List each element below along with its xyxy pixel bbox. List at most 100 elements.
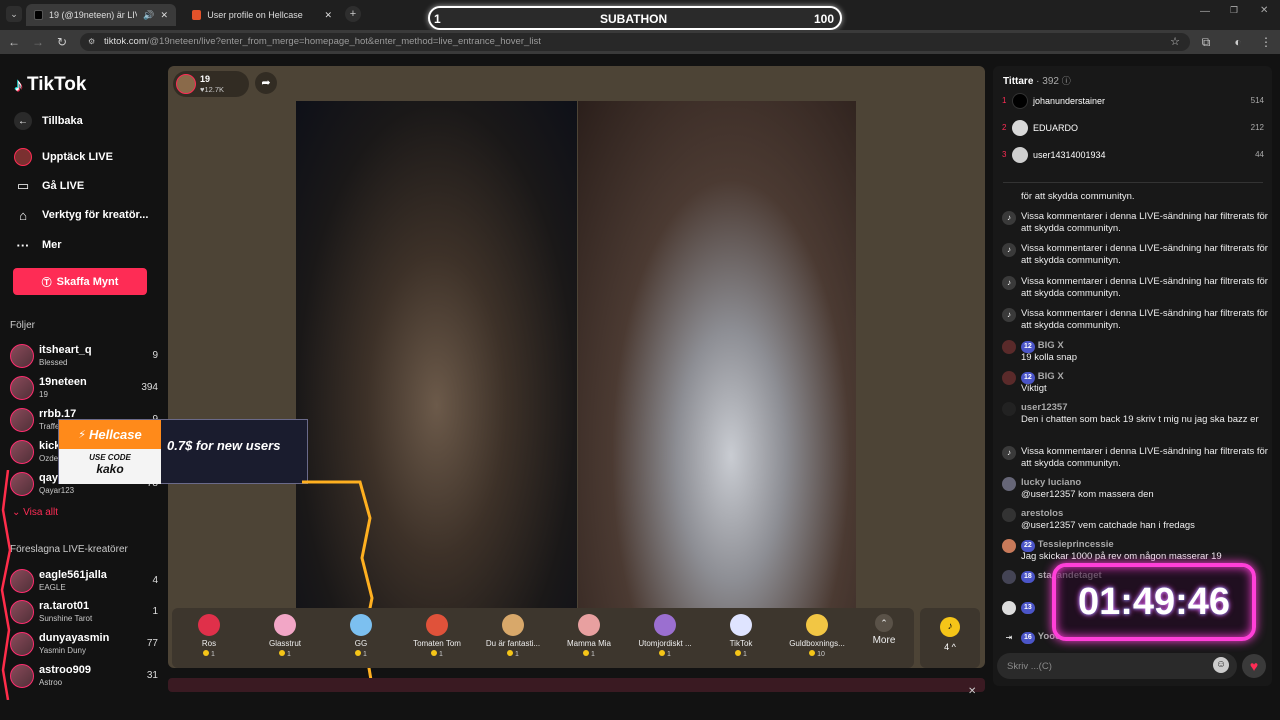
gift-price: 1	[476, 650, 550, 658]
gift-name: Guldboxnings...	[789, 639, 845, 648]
browser-tab-tiktok[interactable]: 19 (@19neteen) är LIVE – T 🔊 ✕	[26, 4, 176, 26]
left-lightning-decoration	[0, 470, 12, 700]
gg-icon	[350, 614, 372, 636]
gift-item[interactable]: GG 1	[324, 614, 398, 658]
gift-item[interactable]: Du är fantasti... 1	[476, 614, 550, 658]
site-info-icon[interactable]: ⚙	[88, 33, 95, 51]
back-icon[interactable]: ←	[6, 34, 22, 50]
chat-message[interactable]: arestolos @user12357 vem catchade han i f…	[1002, 508, 1272, 534]
gift-item[interactable]: Glasstrut 1	[248, 614, 322, 658]
video-feed-right[interactable]	[578, 101, 856, 608]
gift-name: GG	[354, 639, 368, 648]
host-avatar	[176, 74, 196, 94]
reload-icon[interactable]: ↻	[54, 34, 70, 50]
avatar	[1012, 120, 1028, 136]
close-window-icon[interactable]: ✕	[1260, 5, 1268, 16]
subathon-right-value: 100	[813, 12, 834, 26]
tiktok-system-icon: ♪	[1002, 276, 1016, 290]
tiktok-system-icon: ♪	[1002, 308, 1016, 322]
back-button[interactable]: ← Tillbaka	[14, 112, 83, 130]
share-arrow-icon: ➦	[261, 77, 271, 89]
message-text: Jag skickar 1000 på rev om någon massera…	[1021, 551, 1222, 562]
viewer-count: 31	[146, 670, 158, 681]
maximize-window-icon[interactable]: ❐	[1230, 5, 1238, 16]
chat-message[interactable]: 12 BIG X Viktigt	[1002, 371, 1272, 397]
message-text: 19 kolla snap	[1021, 352, 1077, 363]
menu-icon[interactable]: ⋮	[1258, 34, 1274, 50]
viewer-count: 394	[141, 382, 158, 393]
bottom-strip	[168, 678, 985, 692]
more-dots-icon: ···	[16, 237, 30, 253]
message-text: Vissa kommentarer i denna LIVE-sändning …	[1021, 446, 1268, 469]
viewer-score: 44	[1255, 150, 1264, 159]
host-info[interactable]: 19 ♥12.7K	[173, 71, 249, 97]
nav-explore-live[interactable]: Upptäck LIVE	[14, 148, 113, 166]
chat-message[interactable]: 12 BIG X 19 kolla snap	[1002, 340, 1272, 366]
close-tab-icon[interactable]: ✕	[160, 10, 168, 21]
viewer-count: 4	[152, 575, 158, 586]
get-coins-button[interactable]: Ⓣ Skaffa Mynt	[13, 268, 147, 295]
gift-item[interactable]: TikTok 1	[704, 614, 778, 658]
chat-message[interactable]: user12357 Den i chatten som back 19 skriv…	[1002, 402, 1272, 440]
gift-item[interactable]: Tomaten Tom 1	[400, 614, 474, 658]
viewer-score: 212	[1250, 123, 1264, 132]
show-all-label: Visa allt	[23, 507, 59, 518]
close-strip-icon[interactable]: ✕	[968, 686, 976, 697]
nav-creator-tools[interactable]: ⌂ Verktyg för kreatör...	[14, 206, 148, 224]
lightning-line	[0, 470, 12, 700]
viewers-label: Tittare	[1003, 76, 1034, 87]
suggested-item[interactable]: eagle561jalla EAGLE 4	[10, 569, 160, 595]
chat-message[interactable]: lucky luciano @user12357 kom massera den	[1002, 477, 1272, 503]
chat-input[interactable]: Skriv ...(C) ☺	[997, 653, 1237, 679]
tab-search-button[interactable]: ⌄	[6, 6, 22, 22]
close-tab-icon[interactable]: ✕	[324, 10, 332, 21]
suggested-item[interactable]: dunyayasmin Yasmin Duny 77	[10, 632, 160, 658]
new-tab-button[interactable]: +	[345, 6, 361, 22]
url-input[interactable]: ⚙ tiktok.com/@19neteen/live?enter_from_m…	[80, 33, 1190, 51]
gift-price: 10	[780, 650, 854, 658]
info-icon[interactable]: ⓘ	[1062, 76, 1071, 86]
suggested-item[interactable]: astroo909 Astroo 31	[10, 664, 160, 690]
like-button[interactable]: ♥	[1242, 654, 1266, 678]
coin-balance-button[interactable]: ♪ 4 ^	[920, 608, 980, 668]
tiktok-coin-icon: ♪	[940, 617, 960, 637]
chat-message[interactable]: 22 Tessieprincessie Jag skickar 1000 på re…	[1002, 539, 1272, 565]
tab-title: User profile on Hellcase	[207, 10, 303, 20]
minimize-window-icon[interactable]: —	[1200, 6, 1210, 17]
viewer-rank: 1	[1002, 96, 1007, 105]
suggested-item[interactable]: ra.tarot01 Sunshine Tarot 1	[10, 600, 160, 626]
message-text: @user12357 vem catchade han i fredags	[1021, 520, 1195, 531]
gift-item[interactable]: Mamma Mia 1	[552, 614, 626, 658]
gift-item[interactable]: Utomjordiskt ... 1	[628, 614, 702, 658]
gift-item[interactable]: Ros 1	[172, 614, 246, 658]
more-gifts-button[interactable]: ⌃ More	[856, 614, 912, 646]
top-viewer-row[interactable]: 3 user14314001934 44	[993, 146, 1272, 166]
tiktok-gift-icon	[730, 614, 752, 636]
forward-icon[interactable]: →	[30, 34, 46, 50]
browser-tab-hellcase[interactable]: User profile on Hellcase ✕	[184, 4, 340, 26]
viewers-header[interactable]: Tittare · 392 ⓘ	[1003, 74, 1071, 87]
share-button[interactable]: ➦	[255, 72, 277, 94]
avatar	[1002, 402, 1016, 416]
hellcase-ad-overlay: ⚡ Hellcase USE CODE kako 0.7$ for new us…	[58, 419, 308, 484]
nav-more[interactable]: ··· Mer	[14, 236, 62, 254]
bookmark-star-icon[interactable]: ☆	[1170, 33, 1180, 51]
gift-item[interactable]: Guldboxnings... 10	[780, 614, 854, 658]
show-all-link[interactable]: ⌄ Visa allt	[12, 507, 58, 518]
following-item[interactable]: itsheart_q Blessed 9	[10, 344, 160, 370]
level-badge: 13	[1021, 602, 1035, 614]
nav-go-live[interactable]: ▭ Gå LIVE	[14, 177, 84, 195]
avatar	[1012, 147, 1028, 163]
top-viewer-row[interactable]: 1 johanunderstainer 514	[993, 92, 1272, 112]
url-host: tiktok.com	[104, 36, 147, 47]
viewer-count: 9	[152, 350, 158, 361]
emoji-icon[interactable]: ☺	[1213, 657, 1229, 673]
tiktok-system-icon: ♪	[1002, 243, 1016, 257]
profile-icon[interactable]: ◐	[1230, 34, 1246, 50]
top-viewer-row[interactable]: 2 EDUARDO 212	[993, 119, 1272, 139]
extensions-icon[interactable]: ⧉	[1198, 34, 1214, 50]
following-item[interactable]: 19neteen 19 394	[10, 376, 160, 402]
tiktok-logo[interactable]: ♪ TikTok	[14, 74, 86, 96]
boxing-glove-icon	[806, 614, 828, 636]
following-name: itsheart_q	[39, 344, 92, 356]
